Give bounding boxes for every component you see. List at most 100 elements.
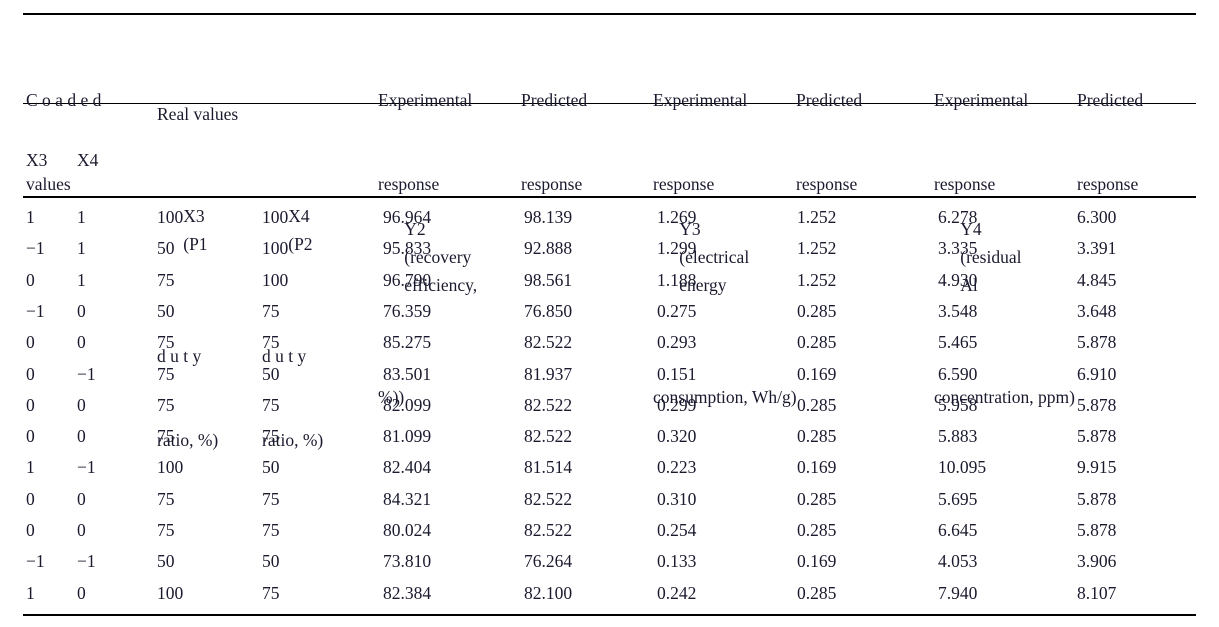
table-cell: 5.958 (938, 394, 978, 415)
table-cell: 0 (77, 300, 86, 321)
table-cell: 1 (26, 457, 35, 478)
table-cell: 82.100 (524, 582, 573, 603)
table-cell: 96.790 (383, 269, 432, 290)
header-var-y2: Y2 (recovery efficiency, %)) (378, 131, 638, 467)
table-cell: 0.223 (657, 457, 697, 478)
table-cell: 6.278 (938, 207, 978, 227)
table-cell: 6.910 (1077, 363, 1117, 384)
header-group-coaded-values-line2: values (26, 174, 71, 194)
table-cell: 0.285 (797, 520, 837, 540)
table-cell: 83.501 (383, 363, 432, 384)
header-group-exp3-line1: Experimental (934, 90, 1029, 110)
table-cell: 0.285 (797, 488, 837, 509)
table-cell: 76.359 (383, 300, 432, 321)
table-cell: 75 (262, 332, 280, 353)
table-cell: 0.285 (797, 426, 837, 447)
table-cell: 0.293 (657, 332, 697, 353)
table-cell: 82.522 (524, 488, 573, 509)
table-cell: 50 (157, 300, 175, 321)
header-var-x4: X4 (77, 150, 99, 170)
table-cell: 100 (157, 582, 184, 603)
header-var-y4: Y4 (residual Al concentration, ppm) (934, 131, 1196, 467)
table-cell: 5.878 (1077, 394, 1117, 415)
table-cell: 100 (262, 238, 289, 259)
table-cell: 10.095 (938, 457, 987, 478)
table-cell: 3.335 (938, 238, 978, 259)
table-cell: 4.845 (1077, 269, 1117, 290)
table-cell: 0 (77, 332, 86, 353)
table-cell: 0 (26, 394, 35, 415)
table-cell: −1 (77, 457, 96, 478)
header-group-pred3-line1: Predicted (1077, 90, 1144, 110)
table-cell: 81.937 (524, 363, 573, 384)
table-cell: 0 (26, 520, 35, 540)
table-cell: 50 (262, 551, 280, 572)
table-cell: 0.275 (657, 300, 697, 321)
header-group-coaded-values: C o a d e d values (26, 30, 146, 254)
table-cell: 82.522 (524, 332, 573, 353)
header-var-y3: Y3 (electrical energy consumption, Wh/g) (653, 131, 915, 467)
table-cell: 3.648 (1077, 300, 1117, 321)
header-group-coaded-values-line1: C o a d e d (26, 90, 102, 110)
table-cell: 82.384 (383, 582, 432, 603)
table-cell: 50 (262, 363, 280, 384)
table-cell: 6.300 (1077, 207, 1117, 227)
table-cell: 0.299 (657, 394, 697, 415)
table-cell: 6.590 (938, 363, 978, 384)
table-cell: 75 (157, 363, 175, 384)
table-cell: 0.242 (657, 582, 697, 603)
table-cell: 75 (157, 520, 175, 540)
table-cell: −1 (77, 363, 96, 384)
table-cell: 0 (26, 269, 35, 290)
table-cell: 82.522 (524, 520, 573, 540)
table-cell: 100 (262, 207, 289, 227)
table-cell: 0.133 (657, 551, 697, 572)
table-cell: 1.252 (797, 238, 837, 259)
table-cell: 4.930 (938, 269, 978, 290)
table-cell: 0 (77, 520, 86, 540)
table-cell: 75 (262, 394, 280, 415)
table-cell: 82.404 (383, 457, 432, 478)
table-cell: 4.053 (938, 551, 978, 572)
table-cell: 98.561 (524, 269, 573, 290)
table-cell: −1 (77, 551, 96, 572)
table-cell: 75 (262, 520, 280, 540)
table-cell: 1 (77, 269, 86, 290)
header-group-pred1-line1: Predicted (521, 90, 588, 110)
table-cell: 76.264 (524, 551, 573, 572)
table-rule-top (23, 13, 1196, 15)
table-cell: 75 (262, 300, 280, 321)
table-cell: 75 (157, 488, 175, 509)
header-var-x3: X3 (26, 150, 48, 170)
header-group-exp2-line1: Experimental (653, 90, 748, 110)
table-cell: 3.391 (1077, 238, 1117, 259)
table-cell: 75 (262, 582, 280, 603)
table-cell: 1.269 (657, 207, 697, 227)
table-cell: 82.522 (524, 426, 573, 447)
table-cell: 0.254 (657, 520, 697, 540)
table-cell: −1 (26, 300, 45, 321)
table-cell: 1.188 (657, 269, 697, 290)
header-var-real-x3-l1b: (P1 (183, 234, 208, 254)
table-cell: 0.169 (797, 551, 837, 572)
table-cell: 75 (157, 394, 175, 415)
table-cell: 0.285 (797, 582, 837, 603)
table-cell: 100 (262, 269, 289, 290)
table-cell: 0.310 (657, 488, 697, 509)
table-cell: 82.522 (524, 394, 573, 415)
table-cell: 1.252 (797, 269, 837, 290)
table-cell: 75 (262, 426, 280, 447)
table-cell: 1.252 (797, 207, 837, 227)
table-cell: 5.695 (938, 488, 978, 509)
table-cell: 0 (77, 488, 86, 509)
table-cell: 92.888 (524, 238, 573, 259)
table-cell: 85.275 (383, 332, 432, 353)
table-cell: 0 (26, 363, 35, 384)
table-cell: 0.285 (797, 394, 837, 415)
table-cell: 6.645 (938, 520, 978, 540)
table-cell: 75 (157, 426, 175, 447)
table-cell: 50 (157, 238, 175, 259)
table-cell: 3.906 (1077, 551, 1117, 572)
table-cell: 5.878 (1077, 520, 1117, 540)
table-cell: 8.107 (1077, 582, 1117, 603)
